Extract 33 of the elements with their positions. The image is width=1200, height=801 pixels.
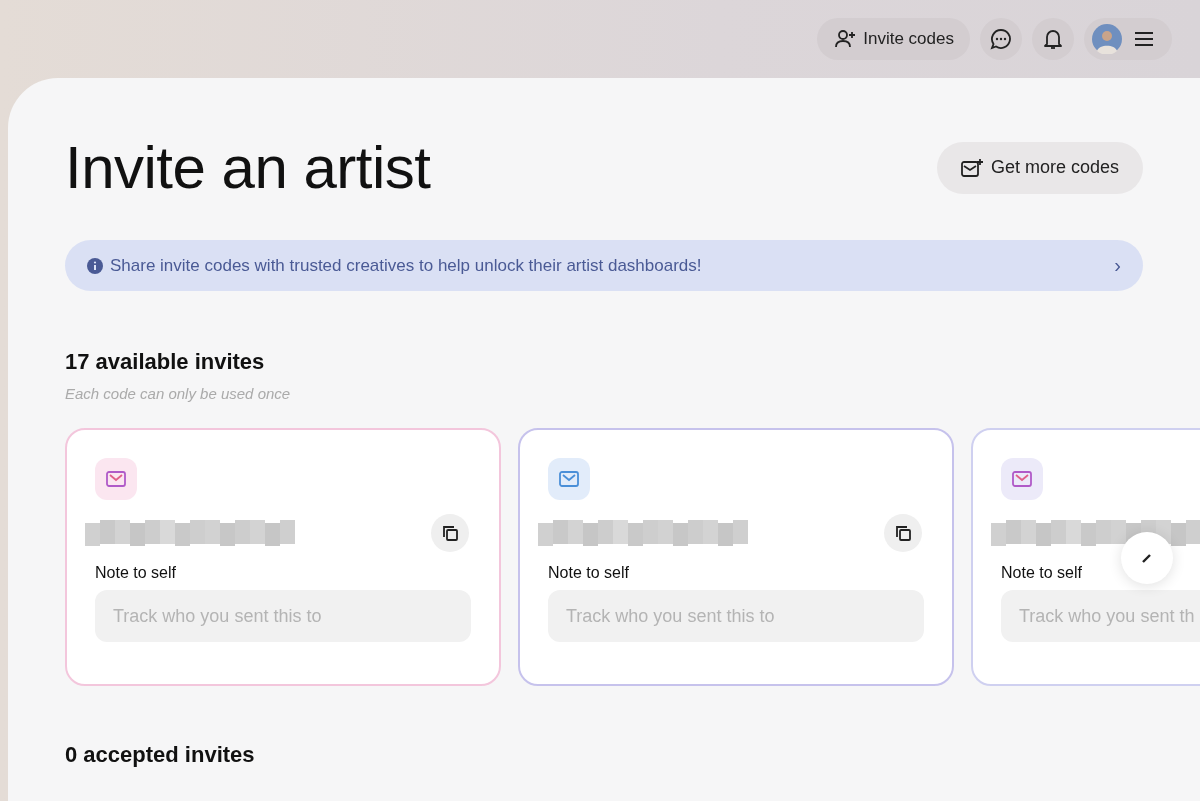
get-more-codes-button[interactable]: Get more codes — [936, 141, 1143, 194]
info-banner[interactable]: Share invite codes with trusted creatives to help unlock their artist dashboards! › — [65, 240, 1143, 291]
copy-button[interactable] — [431, 514, 469, 552]
chat-bubble-icon — [990, 28, 1012, 50]
note-input[interactable]: Track who you sent th — [1001, 590, 1200, 642]
page-title: Invite an artist — [65, 133, 431, 202]
menu-icon — [1134, 31, 1154, 47]
add-user-icon — [835, 29, 858, 49]
info-icon — [87, 257, 103, 274]
envelope-plus-icon — [960, 157, 983, 178]
bell-icon — [1043, 28, 1063, 50]
chevron-icon: › — [1114, 254, 1121, 277]
section-heading: 0 accepted invites — [65, 742, 256, 768]
account-menu-button[interactable] — [1084, 18, 1172, 60]
envelope-icon — [95, 458, 137, 500]
note-label: Note to self — [1001, 564, 1083, 582]
avatar — [1092, 24, 1122, 54]
messages-button[interactable] — [980, 18, 1022, 60]
invite-codes-button[interactable]: Invite codes — [817, 18, 970, 60]
copy-icon — [442, 525, 458, 541]
note-input[interactable]: Track who you sent this to — [95, 590, 471, 642]
note-input[interactable]: Track who you sent this to — [548, 590, 924, 642]
envelope-icon — [1001, 458, 1043, 500]
copy-button[interactable] — [884, 514, 922, 552]
note-label: Note to self — [548, 564, 630, 582]
envelope-icon — [548, 458, 590, 500]
section-heading: 17 available invites — [65, 349, 266, 375]
copy-icon — [895, 525, 911, 541]
notifications-button[interactable] — [1032, 18, 1074, 60]
section-subtitle: Each code can only be used once — [65, 385, 292, 402]
note-label: Note to self — [95, 564, 177, 582]
banner-text: Share invite codes with trusted creatives to help unlock their artist dashboards! — [110, 255, 703, 276]
pencil-icon — [1140, 551, 1154, 565]
